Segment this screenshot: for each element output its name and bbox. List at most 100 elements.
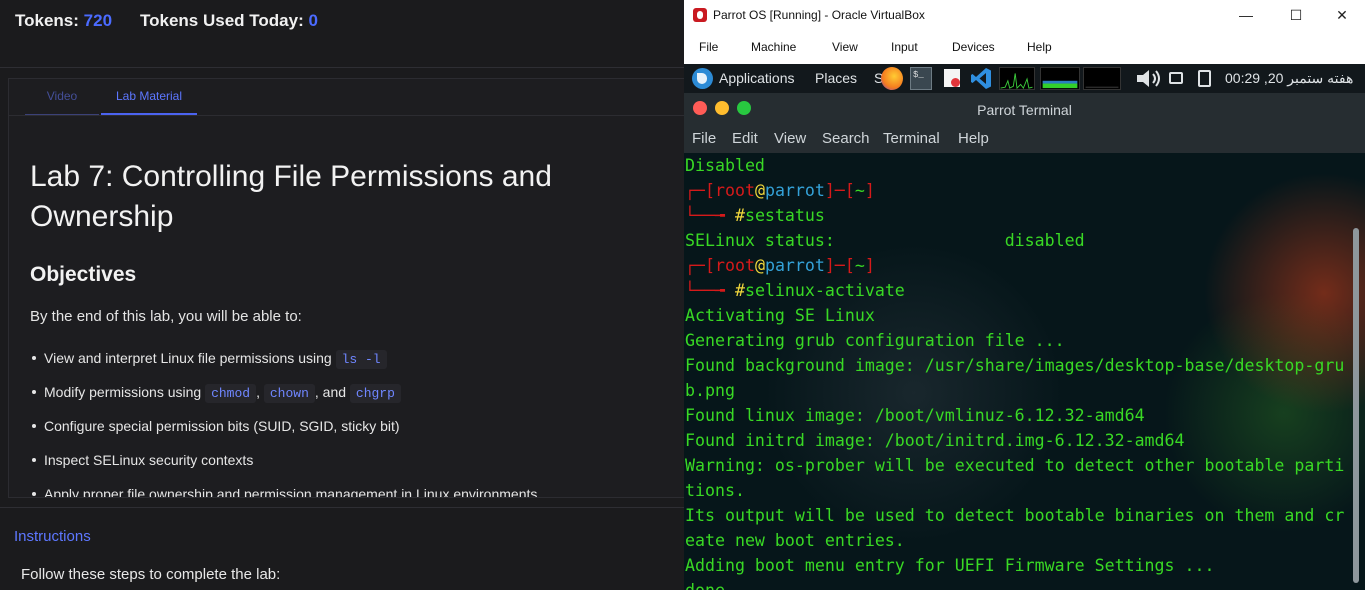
firefox-icon[interactable] xyxy=(881,67,903,90)
terminal-menu-file[interactable]: File xyxy=(692,130,716,147)
prompt-bracket: [ xyxy=(704,181,715,200)
vbox-window-title: Parrot OS [Running] - Oracle VirtualBox xyxy=(713,8,925,22)
lab-content-card: Video Lab Material Lab 7: Controlling Fi… xyxy=(8,78,684,498)
output-line: Found background image: /usr/share/image… xyxy=(685,356,1345,375)
vbox-menu-devices[interactable]: Devices xyxy=(952,40,995,54)
objective-text: Configure special permission bits (SUID,… xyxy=(44,418,400,434)
prompt-hash: # xyxy=(734,206,745,225)
tokens-bar: Tokens: 720 Tokens Used Today: 0 xyxy=(0,0,684,68)
close-button[interactable]: ✕ xyxy=(1319,4,1365,28)
vbox-menu-view[interactable]: View xyxy=(832,40,858,54)
section-divider xyxy=(0,507,684,508)
instructions-heading[interactable]: Instructions xyxy=(14,528,91,545)
maximize-button[interactable]: ☐ xyxy=(1273,4,1319,28)
display-icon[interactable] xyxy=(1169,72,1183,84)
output-line: Found linux image: /boot/vmlinuz-6.12.32… xyxy=(685,406,1145,425)
objective-text: View and interpret Linux file permission… xyxy=(44,350,332,366)
command-text: selinux-activate xyxy=(744,281,905,300)
objectives-intro: By the end of this lab, you will be able… xyxy=(30,308,302,325)
terminal-menu-help[interactable]: Help xyxy=(958,130,989,147)
terminal-icon[interactable]: $_ xyxy=(910,67,932,90)
tokens-counter: Tokens: 720 xyxy=(15,11,112,31)
vbox-menu-file[interactable]: File xyxy=(699,40,718,54)
vbox-menu-machine[interactable]: Machine xyxy=(751,40,796,54)
tokens-used-value: 0 xyxy=(308,11,318,30)
volume-icon[interactable] xyxy=(1135,67,1165,90)
prompt-user: root xyxy=(714,181,755,200)
instructions-intro: Follow these steps to complete the lab: xyxy=(21,566,281,583)
output-line: SELinux status: disabled xyxy=(685,231,1085,250)
list-item: Configure special permission bits (SUID,… xyxy=(30,415,670,449)
tokens-label: Tokens: xyxy=(15,11,79,30)
objectives-list: View and interpret Linux file permission… xyxy=(30,347,670,497)
command-line: └──╼ #selinux-activate xyxy=(685,278,905,303)
prompt-host: parrot xyxy=(764,181,825,200)
prompt-corner: ┌─ xyxy=(685,256,705,275)
tab-lab-material[interactable]: Lab Material xyxy=(101,79,197,115)
terminal-titlebar[interactable]: Parrot Terminal xyxy=(684,93,1365,126)
prompt-corner: ┌─ xyxy=(685,181,705,200)
code-chgrp: chgrp xyxy=(349,384,401,403)
objective-text: Modify permissions using xyxy=(44,384,202,400)
terminal-menu-search[interactable]: Search xyxy=(822,130,870,147)
network-monitor-icon[interactable] xyxy=(1083,67,1121,90)
applications-menu[interactable]: Applications xyxy=(719,70,795,86)
terminal-scrollbar[interactable] xyxy=(1353,228,1359,583)
output-line: Found initrd image: /boot/initrd.img-6.1… xyxy=(685,431,1185,450)
document-icon[interactable] xyxy=(944,69,960,87)
minimize-button[interactable]: — xyxy=(1223,4,1269,28)
vscode-icon[interactable] xyxy=(970,67,992,90)
output-line: Generating grub configuration file ... xyxy=(685,331,1065,350)
list-item: View and interpret Linux file permission… xyxy=(30,347,670,381)
memory-monitor-icon[interactable] xyxy=(1040,67,1080,90)
tokens-value: 720 xyxy=(83,11,113,30)
terminal-title: Parrot Terminal xyxy=(977,102,1072,118)
terminal-menu-view[interactable]: View xyxy=(774,130,806,147)
prompt-line: ┌─[root@parrot]─[~] xyxy=(685,253,875,278)
vbox-menubar: File Machine View Input Devices Help xyxy=(684,32,1365,64)
prompt-line: ┌─[root@parrot]─[~] xyxy=(685,178,875,203)
terminal-menu-terminal[interactable]: Terminal xyxy=(883,130,940,147)
prompt-bracket: ] xyxy=(864,181,875,200)
tokens-used-counter: Tokens Used Today: 0 xyxy=(140,11,318,31)
prompt-hash: # xyxy=(734,281,745,300)
terminal-menubar: File Edit View Search Terminal Help xyxy=(684,126,1365,153)
guest-screen[interactable]: Applications Places S $_ 00:29 ,20 هفته … xyxy=(684,64,1365,590)
list-item: Modify permissions using chmod, chown, a… xyxy=(30,381,670,415)
lab-title: Lab 7: Controlling File Permissions and … xyxy=(30,160,552,233)
prompt-host: parrot xyxy=(764,256,825,275)
prompt-dir: ~ xyxy=(854,181,865,200)
virtualbox-icon xyxy=(693,8,707,22)
prompt-bracket: ] xyxy=(824,181,835,200)
terminal-icon-glyph: $_ xyxy=(913,70,924,80)
prompt-arrow: └──╼ xyxy=(685,281,735,300)
cpu-monitor-icon[interactable] xyxy=(999,67,1035,90)
tokens-used-label: Tokens Used Today: xyxy=(140,11,304,30)
tab-video[interactable]: Video xyxy=(25,79,99,115)
battery-icon[interactable] xyxy=(1198,70,1211,87)
parrot-top-panel: Applications Places S $_ 00:29 ,20 هفته … xyxy=(684,64,1365,93)
prompt-bracket: ] xyxy=(824,256,835,275)
list-item: Inspect SELinux security contexts xyxy=(30,449,670,483)
output-line: eate new boot entries. xyxy=(685,531,905,550)
parrot-logo-icon[interactable] xyxy=(692,68,713,89)
output-line: Adding boot menu entry for UEFI Firmware… xyxy=(685,556,1215,575)
separator: , xyxy=(256,384,260,400)
lab-panel: Tokens: 720 Tokens Used Today: 0 Video L… xyxy=(0,0,684,590)
vbox-menu-help[interactable]: Help xyxy=(1027,40,1052,54)
prompt-bracket: [ xyxy=(844,256,855,275)
panel-clock[interactable]: 00:29 ,20 هفته ستمبر xyxy=(1225,70,1353,87)
prompt-dash: ─ xyxy=(834,181,845,200)
places-menu[interactable]: Places xyxy=(815,70,857,86)
vbox-titlebar[interactable]: Parrot OS [Running] - Oracle VirtualBox … xyxy=(684,0,1365,32)
output-line: b.png xyxy=(685,381,735,400)
output-line: Warning: os-prober will be executed to d… xyxy=(685,456,1345,475)
terminal-output[interactable]: Disabled ┌─[root@parrot]─[~] └──╼ #sesta… xyxy=(684,153,1365,590)
code-chown: chown xyxy=(263,384,315,403)
terminal-menu-edit[interactable]: Edit xyxy=(732,130,758,147)
vbox-menu-input[interactable]: Input xyxy=(891,40,918,54)
objective-text: Inspect SELinux security contexts xyxy=(44,452,254,468)
list-item: Apply proper file ownership and permissi… xyxy=(30,483,670,497)
output-line: Disabled xyxy=(685,156,765,175)
output-line: Its output will be used to detect bootab… xyxy=(685,506,1345,525)
